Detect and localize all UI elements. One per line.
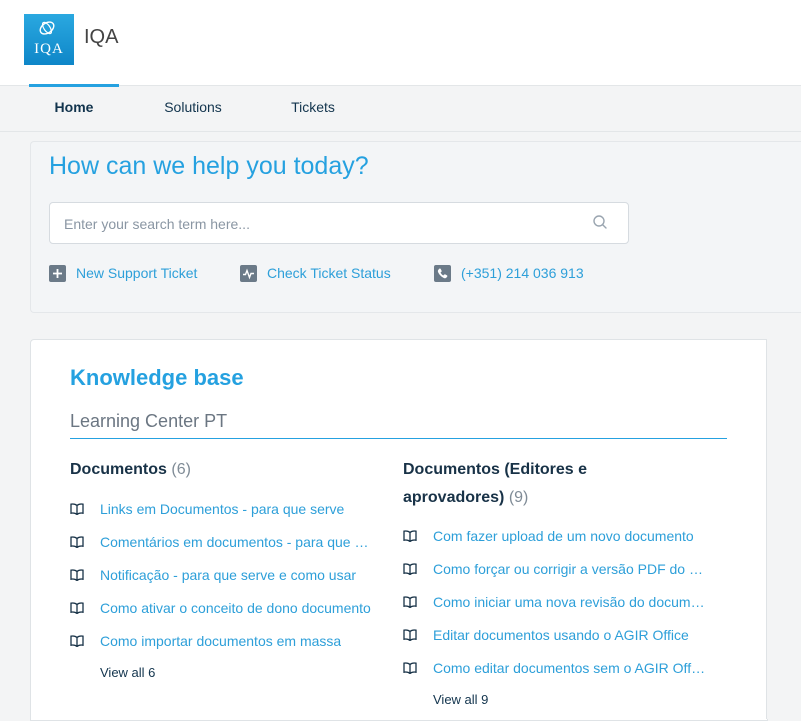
folder-title-text: Documentos (Editores e aprovadores) [403, 461, 588, 506]
brand-name: IQA [84, 26, 119, 48]
logo-text: IQA [34, 41, 64, 57]
folder-title[interactable]: Documentos (Editores e aprovadores) (9) [403, 456, 633, 512]
article-item[interactable]: Editar documentos usando o AGIR Office [403, 618, 708, 651]
tab-home[interactable]: Home [29, 84, 119, 131]
folder-count: (9) [508, 489, 529, 506]
article-title: Notificação - para que serve e como usar [100, 566, 357, 583]
article-title: Editar documentos usando o AGIR Office [433, 626, 689, 643]
article-item[interactable]: Notificação - para que serve e como usar [70, 558, 375, 591]
article-title: Comentários em documentos - para que ser… [100, 533, 375, 550]
phone-icon [434, 264, 451, 282]
folder-title[interactable]: Documentos (6) [70, 456, 375, 484]
tab-tickets[interactable]: Tickets [280, 86, 346, 131]
article-item[interactable]: Links em Documentos - para que serve [70, 492, 375, 525]
category-title[interactable]: Learning Center PT [70, 411, 227, 432]
article-title: Como editar documentos sem o AGIR Office [433, 659, 708, 676]
help-hero: How can we help you today? New Support T… [30, 141, 801, 313]
book-icon [403, 661, 417, 674]
article-item[interactable]: Comentários em documentos - para que ser… [70, 525, 375, 558]
article-item[interactable]: Com fazer upload de um novo documento [403, 519, 708, 552]
search-input[interactable] [62, 203, 586, 245]
folder-documentos: Documentos (6) Links em Documentos - par… [70, 456, 375, 680]
article-item[interactable]: Como iniciar uma nova revisão do documen… [403, 585, 708, 618]
article-item[interactable]: Como editar documentos sem o AGIR Office [403, 651, 708, 684]
book-icon [403, 562, 417, 575]
book-icon [70, 634, 84, 647]
folder-documentos-editores: Documentos (Editores e aprovadores) (9) … [403, 456, 708, 707]
check-ticket-status-link[interactable]: Check Ticket Status [240, 262, 391, 284]
article-title: Como iniciar uma nova revisão do documen… [433, 593, 708, 610]
view-all-link[interactable]: View all 9 [433, 692, 708, 707]
check-ticket-status-label: Check Ticket Status [267, 265, 391, 281]
main-nav: Home Solutions Tickets [0, 84, 801, 132]
hero-title: How can we help you today? [49, 152, 369, 180]
logo-swirl-icon [39, 21, 55, 35]
article-title: Como forçar ou corrigir a versão PDF do … [433, 560, 708, 577]
article-list: Links em Documentos - para que serve Com… [70, 492, 375, 657]
article-title: Como ativar o conceito de dono documento [100, 599, 371, 616]
folder-count: (6) [171, 461, 191, 478]
right-panel [766, 339, 801, 719]
activity-icon [240, 264, 257, 282]
search-icon[interactable] [592, 214, 608, 230]
category-divider [70, 438, 727, 439]
phone-link[interactable]: (+351) 214 036 913 [434, 262, 584, 284]
phone-number: (+351) 214 036 913 [461, 265, 584, 281]
new-support-ticket-label: New Support Ticket [76, 265, 198, 281]
article-item[interactable]: Como ativar o conceito de dono documento [70, 591, 375, 624]
article-title: Links em Documentos - para que serve [100, 500, 345, 517]
book-icon [70, 502, 84, 515]
view-all-link[interactable]: View all 6 [100, 665, 375, 680]
header: IQA IQA [0, 0, 801, 85]
article-list: Com fazer upload de um novo documento Co… [403, 519, 708, 684]
search-box [49, 202, 629, 245]
book-icon [70, 535, 84, 548]
book-icon [70, 568, 84, 581]
plus-icon [49, 264, 66, 282]
book-icon [403, 595, 417, 608]
iqa-logo[interactable]: IQA [24, 14, 74, 65]
tab-solutions[interactable]: Solutions [153, 86, 233, 131]
article-title: Com fazer upload de um novo documento [433, 527, 694, 544]
new-support-ticket-link[interactable]: New Support Ticket [49, 262, 197, 284]
knowledge-base-card: Knowledge base Learning Center PT Docume… [30, 339, 768, 721]
article-title: Como importar documentos em massa [100, 632, 342, 649]
book-icon [70, 601, 84, 614]
book-icon [403, 628, 417, 641]
article-item[interactable]: Como forçar ou corrigir a versão PDF do … [403, 552, 708, 585]
knowledge-base-title: Knowledge base [70, 365, 244, 390]
article-item[interactable]: Como importar documentos em massa [70, 624, 375, 657]
book-icon [403, 529, 417, 542]
folder-title-text: Documentos [70, 461, 167, 478]
